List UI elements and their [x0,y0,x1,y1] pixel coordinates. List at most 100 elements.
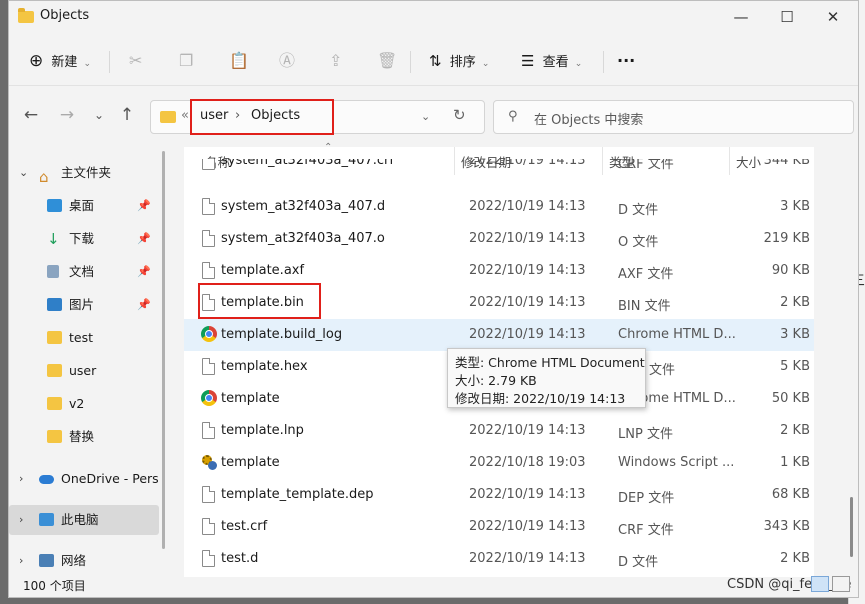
file-name: test.crf [221,519,268,534]
more-options-button[interactable]: ··· [617,45,635,77]
file-date: 2022/10/19 14:13 [469,159,586,168]
table-row[interactable]: test.d 2022/10/19 14:13 D 文件 2 KB [184,543,814,575]
file-icon [202,422,215,439]
sidebar-item-test[interactable]: test [9,323,159,353]
cut-icon[interactable]: ✂ [129,45,142,77]
window-title: Objects [40,8,90,23]
file-type: CRF 文件 [618,523,674,538]
copy-icon[interactable]: ❐ [179,45,193,77]
computer-icon [39,513,54,526]
sidebar-item-replace[interactable]: 替换 [9,422,159,452]
share-icon[interactable]: ⇪ [329,45,342,77]
scrollbar-thumb[interactable] [850,497,853,557]
file-name: system_at32f403a_407.crf [221,159,394,168]
file-date: 2022/10/19 14:13 [469,263,586,278]
sidebar-item-label: 网络 [61,553,87,568]
recent-chevron-icon[interactable]: ⌄ [85,101,113,129]
sidebar-item-v2[interactable]: v2 [9,389,159,419]
file-size: 1 KB [780,455,810,470]
sidebar-item-pictures[interactable]: 图片 📌 [9,290,159,320]
tooltip-type: 类型: Chrome HTML Document [455,355,645,370]
sidebar-item-user[interactable]: user [9,356,159,386]
sort-button[interactable]: ⇅ 排序 ⌄ [429,45,489,77]
file-type: BIN 文件 [618,299,671,314]
sidebar-item-label: test [69,330,94,345]
file-type: O 文件 [618,235,659,250]
file-type: D 文件 [618,555,659,570]
details-view-icon[interactable] [811,576,829,592]
file-date: 2022/10/19 14:13 [469,551,586,566]
file-name: template.lnp [221,423,304,438]
table-row[interactable]: system_at32f403a_407.d 2022/10/19 14:13 D … [184,191,814,223]
up-arrow-icon[interactable]: ↑ [113,101,141,129]
table-row[interactable]: system_at32f403a_407.o 2022/10/19 14:13 O … [184,223,814,255]
chevron-right-icon: › [19,472,24,485]
chevron-right-icon: › [19,513,24,526]
maximize-button[interactable]: ☐ [764,1,810,34]
sidebar-item-label: OneDrive - Pers [61,471,159,486]
sidebar-item-label: 此电脑 [61,512,99,527]
address-history-chevron-icon[interactable]: ⌄ [421,110,430,123]
sidebar-item-home[interactable]: ⌄ ⌂ 主文件夹 [9,158,159,188]
sidebar-item-label: 下载 [69,231,95,246]
home-icon: ⌂ [39,168,49,186]
table-row[interactable]: template_template.dep 2022/10/19 14:13 DEP… [184,479,814,511]
chevron-right-icon: › [19,554,24,567]
rename-icon[interactable]: Ⓐ [279,45,295,77]
minimize-button[interactable]: — [718,1,764,34]
chevron-down-icon: ⌄ [574,59,583,69]
forward-arrow-icon[interactable]: → [53,101,81,129]
sidebar-item-network[interactable]: › 网络 [9,546,159,576]
back-arrow-icon[interactable]: ← [17,101,45,129]
file-name: template.build_log [221,327,343,342]
file-size: 50 KB [771,391,810,406]
table-row[interactable]: system_at32f403a_407.crf 2022/10/19 14:13… [184,159,814,179]
sort-icon: ⇅ [429,52,442,70]
file-size: 2 KB [780,423,810,438]
sidebar-item-label: user [69,363,97,378]
address-bar[interactable]: « user › Objects ⌄ ↻ [150,99,485,135]
table-row[interactable]: template.build_log 2022/10/19 14:13 Chrome… [184,319,814,351]
sidebar-item-downloads[interactable]: ↓ 下载 📌 [9,224,159,254]
file-type: D 文件 [618,203,659,218]
sidebar-item-this-pc[interactable]: › 此电脑 [9,505,159,535]
tooltip-modified: 修改日期: 2022/10/19 14:13 [455,391,626,406]
cloud-icon [39,475,54,484]
tiles-view-icon[interactable] [832,576,850,592]
view-button[interactable]: ☰ 查看 ⌄ [521,45,582,77]
refresh-icon[interactable]: ↻ [453,106,466,124]
file-list-scrollbar[interactable] [850,147,856,577]
new-button[interactable]: ⊕ 新建 ⌄ [29,45,91,77]
sort-arrow-icon: ⌃ [324,142,333,153]
table-row[interactable]: test.crf 2022/10/19 14:13 CRF 文件 343 KB [184,511,814,543]
sidebar-item-desktop[interactable]: 桌面 📌 [9,191,159,221]
search-placeholder: 在 Objects 中搜索 [534,113,644,128]
delete-icon[interactable]: 🗑 [377,45,397,77]
sidebar-item-label: 图片 [69,297,95,312]
file-date: 2022/10/19 14:13 [469,519,586,534]
sidebar-item-label: v2 [69,396,85,411]
file-size: 3 KB [780,327,810,342]
chevron-down-icon: ⌄ [19,166,29,179]
file-name: template.axf [221,263,305,278]
paste-icon[interactable]: 📋 [229,45,249,77]
table-row[interactable]: template.lnp 2022/10/19 14:13 LNP 文件 2 KB [184,415,814,447]
chrome-icon [201,390,217,406]
file-icon [202,262,215,279]
close-button[interactable]: ✕ [810,1,856,34]
sidebar-item-onedrive[interactable]: › OneDrive - Pers [9,464,159,494]
status-item-count: 100 个项目 [23,579,86,593]
sidebar-item-documents[interactable]: 文档 📌 [9,257,159,287]
file-size: 3 KB [780,199,810,214]
sidebar-item-label: 桌面 [69,198,95,213]
sidebar-scrollbar[interactable] [162,151,165,549]
file-date: 2022/10/19 14:13 [469,487,586,502]
table-row[interactable]: template 2022/10/18 19:03 Windows Script .… [184,447,814,479]
search-box[interactable]: ⚲ 在 Objects 中搜索 [493,100,854,134]
breadcrumb-overflow[interactable]: « [181,108,189,123]
file-name: system_at32f403a_407.d [221,199,386,214]
pin-icon: 📌 [137,232,151,245]
chevron-down-icon: ⌄ [481,59,490,69]
file-size: 2 KB [780,551,810,566]
file-type: Windows Script ... [618,455,735,470]
